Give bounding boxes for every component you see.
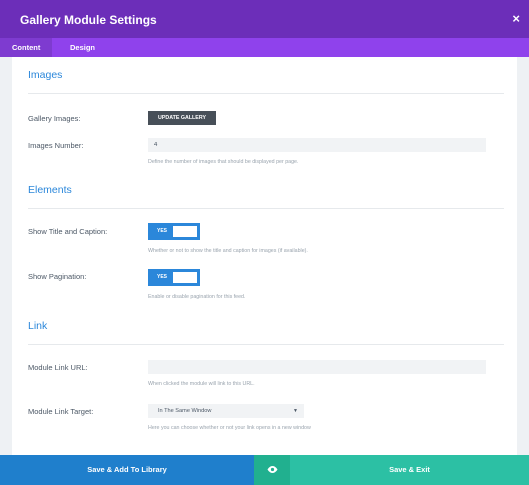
module-link-url-input[interactable] xyxy=(148,360,486,374)
left-backdrop xyxy=(0,57,12,455)
section-divider xyxy=(28,344,504,345)
show-title-caption-description: Whether or not to show the title and cap… xyxy=(148,248,308,254)
module-link-target-label: Module Link Target: xyxy=(28,407,94,416)
show-title-caption-toggle[interactable]: YES xyxy=(148,223,200,240)
toggle-knob xyxy=(173,226,197,237)
toggle-yes-label: YES xyxy=(157,274,168,280)
select-value: In The Same Window xyxy=(158,408,212,414)
toggle-knob xyxy=(173,272,197,283)
tab-design[interactable]: Design xyxy=(58,38,107,57)
save-add-to-library-button[interactable]: Save & Add To Library xyxy=(0,455,254,485)
section-divider xyxy=(28,93,504,94)
images-number-input[interactable] xyxy=(148,138,486,152)
modal-title: Gallery Module Settings xyxy=(20,13,157,27)
chevron-down-icon: ▼ xyxy=(293,408,298,414)
tab-content[interactable]: Content xyxy=(0,38,53,57)
right-backdrop xyxy=(517,57,529,455)
toggle-yes-label: YES xyxy=(157,228,168,234)
settings-content[interactable]: Images Gallery Images: UPDATE GALLERY Im… xyxy=(12,57,517,455)
module-link-url-label: Module Link URL: xyxy=(28,363,88,372)
section-divider xyxy=(28,208,504,209)
images-number-label: Images Number: xyxy=(28,141,84,150)
show-pagination-label: Show Pagination: xyxy=(28,272,87,281)
show-pagination-description: Enable or disable pagination for this fe… xyxy=(148,294,246,300)
preview-button[interactable] xyxy=(254,455,290,485)
eye-icon xyxy=(267,466,278,473)
show-pagination-toggle[interactable]: YES xyxy=(148,269,200,286)
gallery-images-label: Gallery Images: xyxy=(28,114,81,123)
module-link-target-description: Here you can choose whether or not your … xyxy=(148,425,311,431)
update-gallery-button[interactable]: UPDATE GALLERY xyxy=(148,111,216,125)
images-number-description: Define the number of images that should … xyxy=(148,159,299,165)
settings-modal: Gallery Module Settings × Content Design… xyxy=(0,0,529,485)
tab-bar: Content Design xyxy=(0,38,529,57)
modal-footer: Save & Add To Library Save & Exit xyxy=(0,455,529,485)
module-link-target-select[interactable]: In The Same Window ▼ xyxy=(148,404,304,418)
module-link-url-description: When clicked the module will link to thi… xyxy=(148,381,255,387)
show-title-caption-label: Show Title and Caption: xyxy=(28,227,108,236)
section-title-elements: Elements xyxy=(28,184,72,196)
modal-header: Gallery Module Settings × xyxy=(0,0,529,38)
save-exit-button[interactable]: Save & Exit xyxy=(290,455,529,485)
section-title-link: Link xyxy=(28,320,48,332)
close-icon[interactable]: × xyxy=(512,11,520,26)
section-title-images: Images xyxy=(28,69,63,81)
